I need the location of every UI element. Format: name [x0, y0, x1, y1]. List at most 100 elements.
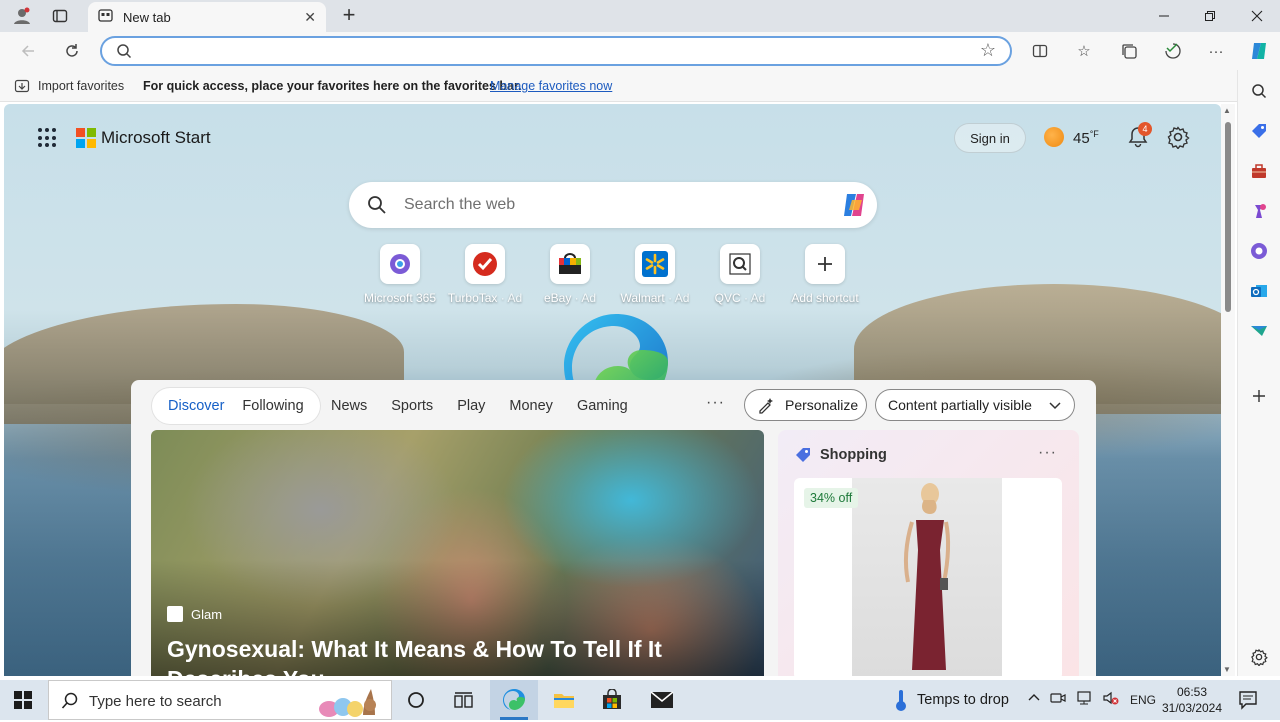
personalize-label: Personalize — [785, 397, 859, 413]
edge-taskbar-icon[interactable] — [490, 680, 538, 720]
restore-button[interactable] — [1187, 0, 1233, 32]
sign-in-button[interactable]: Sign in — [954, 123, 1026, 153]
volume-muted-icon[interactable] — [1102, 690, 1120, 709]
hero-article-card[interactable]: Glam Gynosexual: What It Means & How To … — [151, 430, 764, 676]
tab-news[interactable]: News — [331, 398, 367, 414]
web-search-box[interactable]: Search the web — [349, 182, 877, 228]
network-icon[interactable] — [1076, 690, 1092, 709]
search-icon — [61, 692, 79, 713]
windows-start-icon[interactable] — [14, 691, 32, 709]
shortcut-label: eBay — [543, 291, 572, 305]
address-bar[interactable]: ☆ — [100, 36, 1012, 66]
task-view-icon[interactable] — [440, 680, 488, 720]
ad-tag: · Ad — [574, 291, 597, 305]
favorite-star-icon[interactable]: ☆ — [980, 40, 996, 61]
tab-bar: New tab ✕ + — [0, 0, 1280, 32]
tab-sports[interactable]: Sports — [391, 398, 433, 414]
favorites-bar: Import favorites For quick access, place… — [0, 70, 1280, 102]
import-favorites-label: Import favorites — [38, 79, 125, 93]
drop-icon[interactable] — [1248, 320, 1270, 342]
taskbar-weather-widget[interactable]: Temps to drop — [893, 688, 1009, 712]
file-explorer-icon[interactable] — [540, 680, 588, 720]
content-visibility-dropdown[interactable]: Content partially visible — [875, 389, 1075, 421]
games-icon[interactable] — [1248, 200, 1270, 222]
microsoft-store-icon[interactable] — [588, 680, 636, 720]
tab-title: New tab — [123, 9, 171, 25]
sparkle-pen-icon — [759, 398, 773, 414]
shopping-icon[interactable] — [1248, 120, 1270, 142]
search-icon — [116, 43, 132, 62]
collections-icon[interactable] — [1114, 38, 1144, 64]
taskbar-search-box[interactable]: Type here to search — [48, 680, 392, 720]
shopping-more-button[interactable]: ··· — [1038, 444, 1057, 462]
close-window-button[interactable] — [1234, 0, 1280, 32]
tab-money[interactable]: Money — [509, 398, 553, 414]
favorites-icon[interactable]: ☆ — [1069, 38, 1099, 64]
personalize-button[interactable]: Personalize — [744, 389, 867, 421]
add-sidebar-app-icon[interactable] — [1248, 385, 1270, 407]
add-shortcut-button[interactable]: Add shortcut — [775, 244, 875, 305]
refresh-button[interactable] — [58, 38, 86, 64]
plus-icon — [805, 244, 845, 284]
article-title[interactable]: Gynosexual: What It Means & How To Tell … — [167, 634, 747, 676]
shortcut-label: Add shortcut — [791, 291, 859, 305]
copilot-icon[interactable] — [1244, 38, 1274, 64]
brand-title[interactable]: Microsoft Start — [101, 128, 211, 148]
tab-new-tab[interactable]: New tab ✕ — [88, 2, 326, 32]
input-language[interactable]: ENG — [1130, 693, 1156, 707]
shopping-title: Shopping — [820, 447, 887, 463]
tab-discover[interactable]: Discover — [162, 398, 230, 414]
more-categories-button[interactable]: ··· — [706, 394, 725, 412]
cortana-icon[interactable] — [392, 680, 440, 720]
minimize-button[interactable] — [1141, 0, 1187, 32]
walmart-icon — [635, 244, 675, 284]
taskbar-clock[interactable]: 06:53 31/03/2024 — [1160, 684, 1224, 716]
back-button[interactable] — [14, 38, 42, 64]
notification-count-badge: 4 — [1138, 122, 1152, 136]
new-tab-icon — [98, 8, 113, 26]
ad-tag: · Ad — [500, 291, 523, 305]
scroll-down-icon[interactable]: ▼ — [1223, 665, 1231, 674]
tab-play[interactable]: Play — [457, 398, 485, 414]
clock-date: 31/03/2024 — [1161, 701, 1223, 715]
discount-badge: 34% off — [804, 488, 859, 508]
microsoft-365-icon — [380, 244, 420, 284]
qvc-icon — [720, 244, 760, 284]
tab-actions-icon[interactable] — [46, 4, 74, 28]
split-screen-icon[interactable] — [1025, 38, 1055, 64]
meet-now-icon[interactable] — [1050, 690, 1066, 709]
copilot-search-icon[interactable] — [839, 190, 869, 220]
product-card[interactable]: 34% off — [794, 478, 1062, 676]
shortcut-label: QVC — [714, 291, 741, 305]
weather-temperature[interactable]: 45°F — [1073, 129, 1099, 147]
outlook-icon[interactable] — [1248, 280, 1270, 302]
shortcut-label: Walmart — [620, 291, 665, 305]
profile-icon[interactable] — [8, 4, 36, 28]
temperature-value: 45 — [1073, 130, 1090, 147]
chevron-down-icon — [1049, 402, 1061, 410]
sidebar-settings-icon[interactable] — [1248, 646, 1270, 668]
action-center-icon[interactable] — [1238, 690, 1258, 713]
new-tab-button[interactable]: + — [336, 4, 362, 28]
tools-icon[interactable] — [1248, 160, 1270, 182]
browser-essentials-icon[interactable] — [1158, 38, 1188, 64]
mail-icon[interactable] — [638, 680, 686, 720]
page-scrollbar[interactable]: ▲ ▼ — [1221, 104, 1235, 676]
chevron-up-icon[interactable] — [1028, 692, 1040, 707]
tab-gaming[interactable]: Gaming — [577, 398, 628, 414]
settings-more-icon[interactable]: ··· — [1201, 38, 1231, 64]
page-settings-icon[interactable] — [1166, 125, 1190, 150]
manage-favorites-link[interactable]: Manage favorites now — [490, 79, 612, 93]
microsoft-365-icon[interactable] — [1248, 240, 1270, 262]
weather-sun-icon[interactable] — [1044, 127, 1064, 147]
close-tab-icon[interactable]: ✕ — [304, 9, 316, 26]
article-source: Glam — [167, 606, 222, 622]
feed-navigation: Discover Following News Sports Play Mone… — [131, 380, 1096, 430]
search-icon[interactable] — [1248, 80, 1270, 102]
tab-following[interactable]: Following — [236, 398, 309, 414]
microsoft-logo-icon — [76, 128, 96, 148]
app-launcher-icon[interactable] — [38, 128, 58, 148]
scrollbar-thumb[interactable] — [1225, 122, 1231, 312]
import-favorites-button[interactable]: Import favorites — [14, 78, 124, 94]
scroll-up-icon[interactable]: ▲ — [1223, 106, 1231, 115]
